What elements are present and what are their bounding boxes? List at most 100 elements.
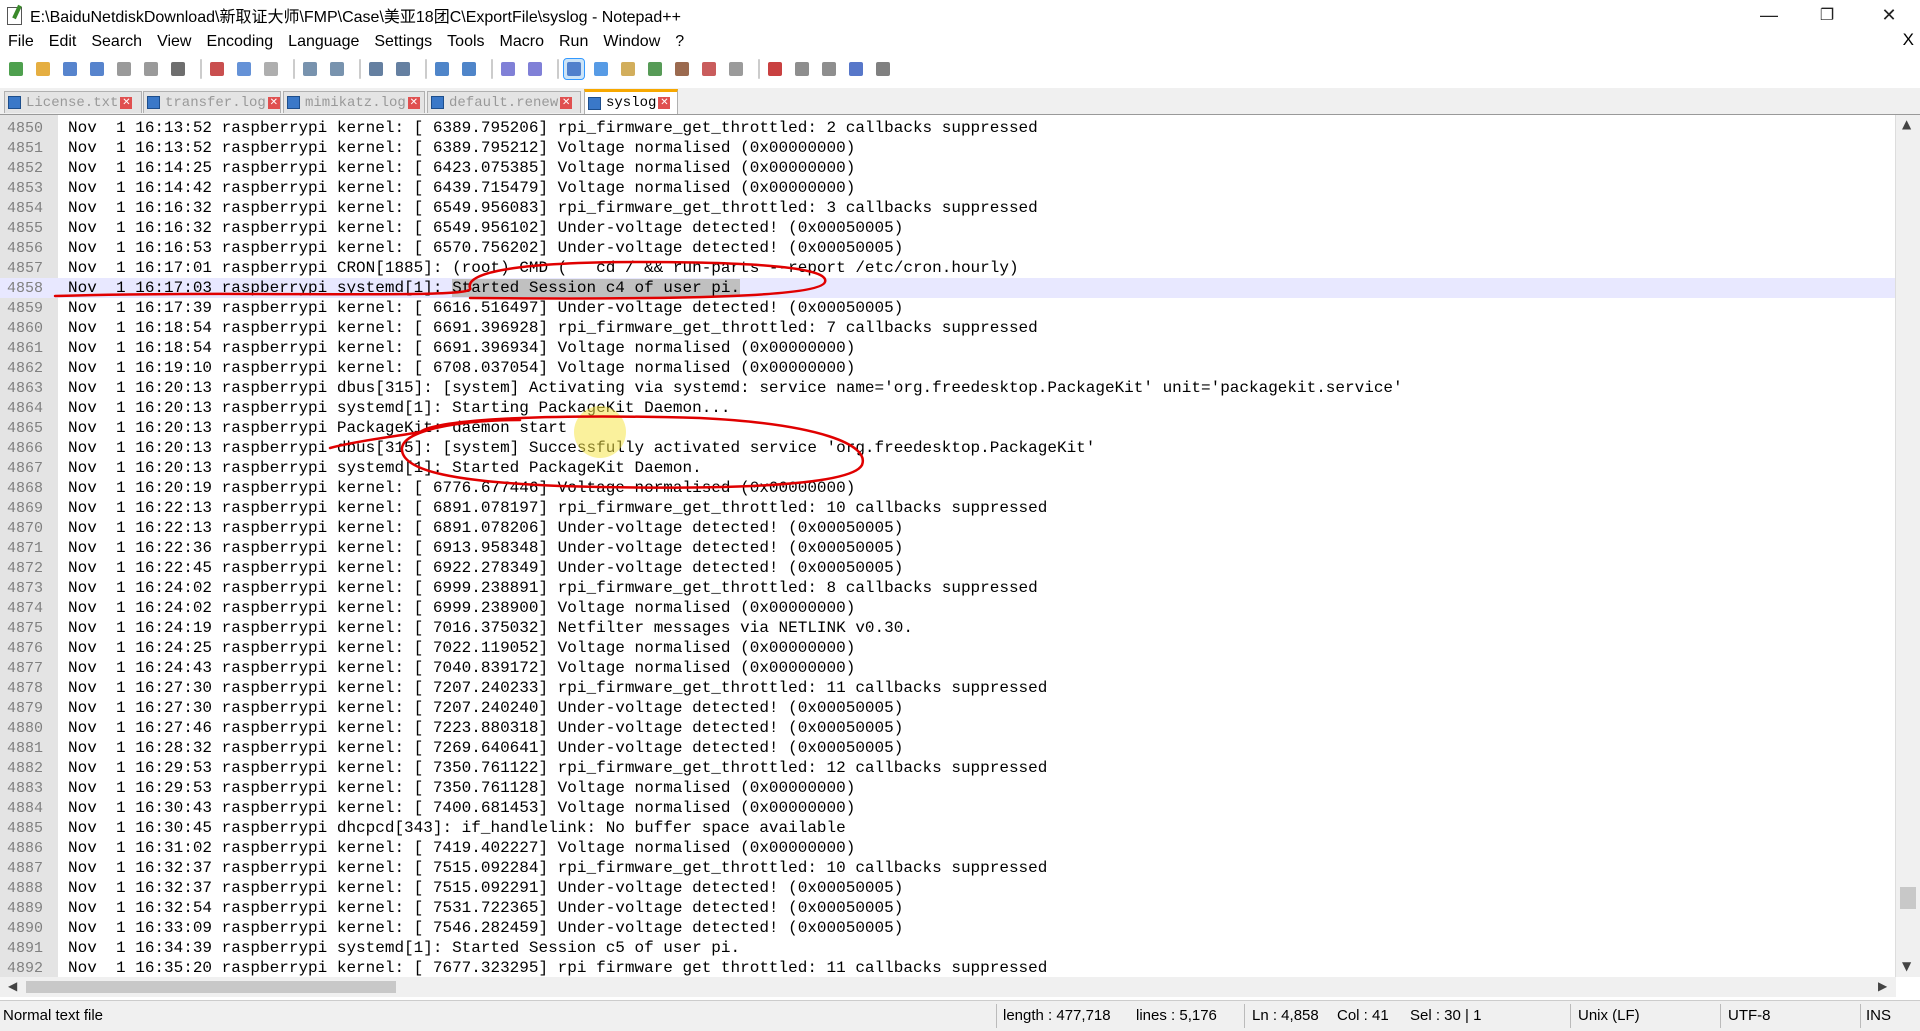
editor-line[interactable]: 4882 Nov 1 16:29:53 raspberrypi kernel: [… [0,758,1896,778]
menu-settings[interactable]: Settings [366,33,439,51]
editor-line[interactable]: 4866 Nov 1 16:20:13 raspberrypi dbus[315]… [0,438,1896,458]
editor-line[interactable]: 4861 Nov 1 16:18:54 raspberrypi kernel: [… [0,338,1896,358]
editor-line[interactable]: 4854 Nov 1 16:16:32 raspberrypi kernel: [… [0,198,1896,218]
new-file-icon[interactable] [6,59,26,79]
editor-line[interactable]: 4875 Nov 1 16:24:19 raspberrypi kernel: [… [0,618,1896,638]
record-macro-icon[interactable] [765,59,785,79]
editor-line[interactable]: 4851 Nov 1 16:13:52 raspberrypi kernel: [… [0,138,1896,158]
scroll-down-icon[interactable]: ▼ [1902,959,1911,973]
editor-line[interactable]: 4872 Nov 1 16:22:45 raspberrypi kernel: [… [0,558,1896,578]
horizontal-scroll-thumb[interactable] [26,981,396,993]
close-icon[interactable] [114,59,134,79]
menu-file[interactable]: File [0,33,41,51]
editor-line[interactable]: 4891 Nov 1 16:34:39 raspberrypi systemd[1… [0,938,1896,958]
menu-run[interactable]: Run [551,33,595,51]
save-icon[interactable] [60,59,80,79]
editor-line[interactable]: 4869 Nov 1 16:22:13 raspberrypi kernel: [… [0,498,1896,518]
menu-tools[interactable]: Tools [439,33,491,51]
editor-line[interactable]: 4877 Nov 1 16:24:43 raspberrypi kernel: [… [0,658,1896,678]
minimize-button[interactable]: — [1740,0,1798,30]
indent-guide-icon[interactable] [618,59,638,79]
folder-workspace-icon[interactable] [699,59,719,79]
editor-line[interactable]: 4865 Nov 1 16:20:13 raspberrypi PackageKi… [0,418,1896,438]
paste-icon[interactable] [261,59,281,79]
find-icon[interactable] [366,59,386,79]
vertical-scroll-thumb[interactable] [1900,887,1916,909]
text-editor[interactable]: 4850 Nov 1 16:13:52 raspberrypi kernel: [… [0,115,1920,977]
run-macro-multiple-icon[interactable] [846,59,866,79]
editor-lines[interactable]: 4850 Nov 1 16:13:52 raspberrypi kernel: [… [0,118,1896,978]
vertical-scrollbar[interactable]: ▲ ▼ [1895,115,1920,977]
save-macro-icon[interactable] [873,59,893,79]
undo-icon[interactable] [300,59,320,79]
function-list-icon[interactable] [672,59,692,79]
play-macro-icon[interactable] [819,59,839,79]
editor-line[interactable]: 4876 Nov 1 16:24:25 raspberrypi kernel: [… [0,638,1896,658]
editor-line[interactable]: 4852 Nov 1 16:14:25 raspberrypi kernel: [… [0,158,1896,178]
menu-view[interactable]: View [149,33,198,51]
editor-line[interactable]: 4871 Nov 1 16:22:36 raspberrypi kernel: [… [0,538,1896,558]
editor-line[interactable]: 4859 Nov 1 16:17:39 raspberrypi kernel: [… [0,298,1896,318]
editor-line[interactable]: 4853 Nov 1 16:14:42 raspberrypi kernel: [… [0,178,1896,198]
stop-record-icon[interactable] [792,59,812,79]
editor-line[interactable]: 4892 Nov 1 16:35:20 raspberrypi kernel: [… [0,958,1896,978]
editor-line[interactable]: 4884 Nov 1 16:30:43 raspberrypi kernel: [… [0,798,1896,818]
tab-license[interactable]: License.txt ✕ [4,91,142,113]
menu-search[interactable]: Search [83,33,149,51]
menu-help[interactable]: ? [667,33,691,51]
monitoring-icon[interactable] [726,59,746,79]
redo-icon[interactable] [327,59,347,79]
close-window-button[interactable]: ✕ [1860,0,1918,30]
menu-encoding[interactable]: Encoding [198,33,280,51]
copy-icon[interactable] [234,59,254,79]
editor-line[interactable]: 4855 Nov 1 16:16:32 raspberrypi kernel: [… [0,218,1896,238]
editor-line[interactable]: 4887 Nov 1 16:32:37 raspberrypi kernel: [… [0,858,1896,878]
editor-line[interactable]: 4856 Nov 1 16:16:53 raspberrypi kernel: [… [0,238,1896,258]
close-tab-icon[interactable]: ✕ [267,96,280,109]
editor-line[interactable]: 4879 Nov 1 16:27:30 raspberrypi kernel: [… [0,698,1896,718]
scroll-right-icon[interactable]: ▶ [1878,979,1887,993]
editor-line[interactable]: 4874 Nov 1 16:24:02 raspberrypi kernel: [… [0,598,1896,618]
editor-line[interactable]: 4867 Nov 1 16:20:13 raspberrypi systemd[1… [0,458,1896,478]
show-all-chars-icon[interactable] [591,59,611,79]
close-document-button[interactable]: X [1903,30,1914,50]
editor-line[interactable]: 4868 Nov 1 16:20:19 raspberrypi kernel: [… [0,478,1896,498]
horizontal-scrollbar[interactable]: ◀ ▶ [0,977,1896,997]
editor-line[interactable]: 4850 Nov 1 16:13:52 raspberrypi kernel: [… [0,118,1896,138]
editor-line[interactable]: 4890 Nov 1 16:33:09 raspberrypi kernel: [… [0,918,1896,938]
menu-edit[interactable]: Edit [41,33,84,51]
editor-line[interactable]: 4889 Nov 1 16:32:54 raspberrypi kernel: [… [0,898,1896,918]
editor-line[interactable]: 4886 Nov 1 16:31:02 raspberrypi kernel: [… [0,838,1896,858]
editor-line[interactable]: 4873 Nov 1 16:24:02 raspberrypi kernel: [… [0,578,1896,598]
editor-line[interactable]: 4860 Nov 1 16:18:54 raspberrypi kernel: [… [0,318,1896,338]
close-tab-icon[interactable]: ✕ [658,97,671,109]
word-wrap-icon[interactable] [563,58,585,80]
close-all-icon[interactable] [141,59,161,79]
replace-icon[interactable] [393,59,413,79]
menu-window[interactable]: Window [595,33,667,51]
sync-horizontal-icon[interactable] [525,59,545,79]
editor-line[interactable]: 4883 Nov 1 16:29:53 raspberrypi kernel: [… [0,778,1896,798]
zoom-out-icon[interactable] [459,59,479,79]
editor-line[interactable]: 4881 Nov 1 16:28:32 raspberrypi kernel: [… [0,738,1896,758]
cut-icon[interactable] [207,59,227,79]
save-all-icon[interactable] [87,59,107,79]
editor-line[interactable]: 4864 Nov 1 16:20:13 raspberrypi systemd[1… [0,398,1896,418]
close-tab-icon[interactable]: ✕ [560,96,573,109]
document-map-icon[interactable] [645,59,665,79]
tab-transfer-log[interactable]: transfer.log ✕ [143,91,281,113]
open-file-icon[interactable] [33,59,53,79]
close-tab-icon[interactable]: ✕ [120,96,133,109]
zoom-in-icon[interactable] [432,59,452,79]
tab-syslog[interactable]: syslog ✕ [584,89,678,114]
editor-line[interactable]: 4885 Nov 1 16:30:45 raspberrypi dhcpcd[34… [0,818,1896,838]
editor-line[interactable]: 4863 Nov 1 16:20:13 raspberrypi dbus[315]… [0,378,1896,398]
print-icon[interactable] [168,59,188,79]
editor-line[interactable]: 4878 Nov 1 16:27:30 raspberrypi kernel: [… [0,678,1896,698]
tab-default-renew[interactable]: default.renew ✕ [427,91,581,113]
scroll-up-icon[interactable]: ▲ [1902,117,1911,131]
editor-line[interactable]: 4870 Nov 1 16:22:13 raspberrypi kernel: [… [0,518,1896,538]
editor-line[interactable]: 4888 Nov 1 16:32:37 raspberrypi kernel: [… [0,878,1896,898]
scroll-left-icon[interactable]: ◀ [8,979,17,993]
menu-language[interactable]: Language [280,33,366,51]
